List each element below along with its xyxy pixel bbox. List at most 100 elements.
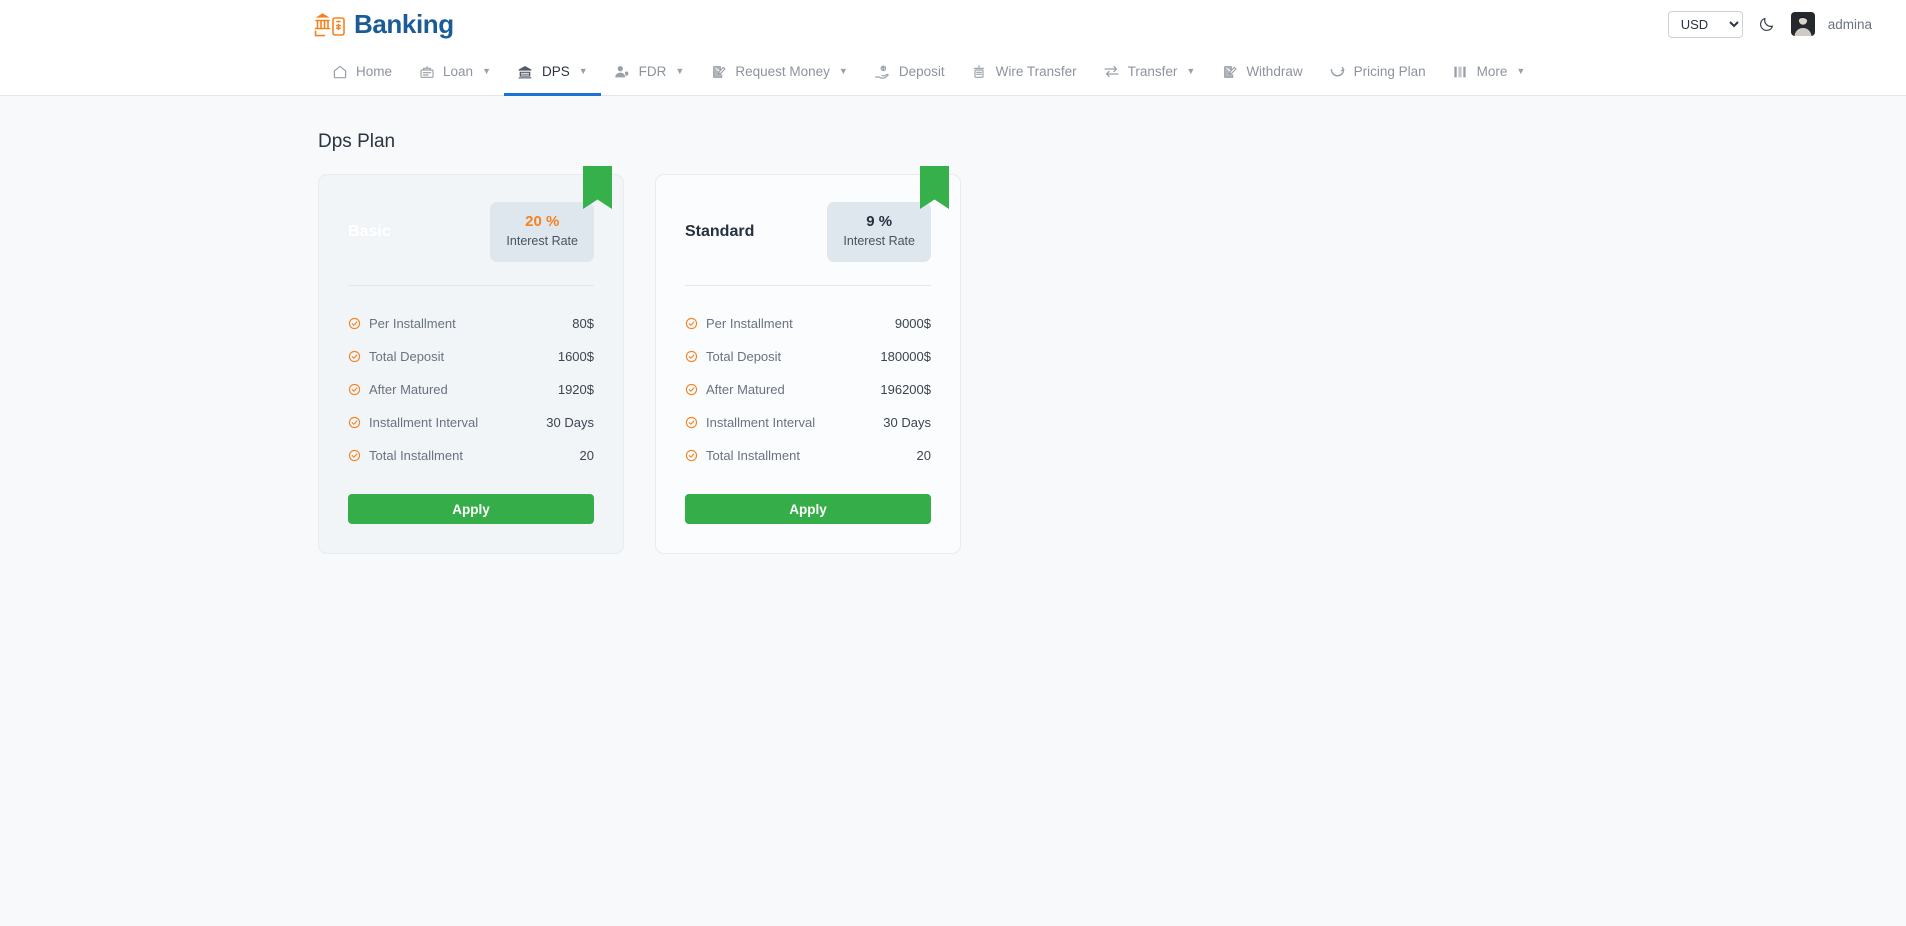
nav-label: Home bbox=[356, 64, 393, 79]
ribbon-badge bbox=[583, 166, 612, 209]
nav-label: More bbox=[1476, 64, 1508, 79]
currency-select[interactable]: USD bbox=[1667, 10, 1743, 38]
interest-rate-value: 9 % bbox=[866, 212, 893, 230]
nav-item-fdr[interactable]: FDR ▼ bbox=[601, 48, 698, 95]
divider bbox=[685, 285, 931, 286]
ribbon-badge bbox=[920, 166, 949, 209]
plan-name: Standard bbox=[685, 223, 755, 240]
check-circle-icon bbox=[348, 416, 361, 429]
chevron-down-icon: ▼ bbox=[675, 66, 685, 76]
check-circle-icon bbox=[348, 317, 361, 330]
interest-rate-label: Interest Rate bbox=[506, 233, 578, 248]
check-circle-icon bbox=[348, 383, 361, 396]
check-circle-icon bbox=[685, 416, 698, 429]
list-item: Total Deposit 180000$ bbox=[685, 349, 931, 364]
plan-card-header: Standard 9 % Interest Rate bbox=[685, 201, 931, 263]
nav-item-transfer[interactable]: Transfer ▼ bbox=[1090, 48, 1209, 95]
chevron-down-icon: ▼ bbox=[482, 66, 491, 76]
spec-label: Total Deposit bbox=[706, 349, 782, 364]
spec-label: Installment Interval bbox=[706, 415, 816, 430]
spec-value: 30 Days bbox=[883, 415, 931, 430]
username-label: admina bbox=[1827, 16, 1872, 32]
withdraw-icon bbox=[1221, 63, 1238, 80]
pricing-plan-icon bbox=[1329, 63, 1346, 80]
interest-rate-badge: 9 % Interest Rate bbox=[827, 201, 931, 263]
nav-item-more[interactable]: More ▼ bbox=[1439, 48, 1539, 95]
bank-icon bbox=[517, 63, 534, 80]
list-item: Total Installment 20 bbox=[348, 448, 594, 463]
list-item: Per Installment 9000$ bbox=[685, 316, 931, 331]
plan-card-standard[interactable]: Standard 9 % Interest Rate Per Installme… bbox=[655, 166, 961, 554]
chevron-down-icon: ▼ bbox=[1186, 66, 1196, 76]
brand-name: Banking bbox=[354, 8, 454, 39]
nav-item-request-money[interactable]: Request Money ▼ bbox=[697, 48, 860, 95]
page-content: Dps Plan Basic 20 % Interest Rate Per In… bbox=[0, 131, 1906, 554]
spec-value: 1600$ bbox=[557, 349, 594, 364]
bank-mobile-icon bbox=[313, 9, 347, 39]
interest-rate-label: Interest Rate bbox=[843, 233, 915, 248]
deposit-hand-icon bbox=[874, 63, 891, 80]
nav-label: Transfer bbox=[1127, 64, 1178, 79]
user-shield-icon bbox=[614, 63, 631, 80]
check-circle-icon bbox=[348, 449, 361, 462]
spec-label: Total Installment bbox=[706, 448, 800, 463]
check-circle-icon bbox=[685, 449, 698, 462]
spec-label: Total Deposit bbox=[369, 349, 445, 364]
nav-label: Pricing Plan bbox=[1353, 64, 1426, 79]
check-circle-icon bbox=[348, 350, 361, 363]
nav-item-loan[interactable]: Loan ▼ bbox=[405, 48, 504, 95]
top-bar: Banking USD admina bbox=[0, 0, 1906, 48]
list-item: Installment Interval 30 Days bbox=[348, 415, 594, 430]
spec-value: 30 Days bbox=[546, 415, 594, 430]
exchange-arrows-icon bbox=[1103, 63, 1120, 80]
list-item: Per Installment 80$ bbox=[348, 316, 594, 331]
list-item: After Matured 1920$ bbox=[348, 382, 594, 397]
nav-label: Deposit bbox=[898, 64, 945, 79]
list-item: Total Deposit 1600$ bbox=[348, 349, 594, 364]
chevron-down-icon: ▼ bbox=[838, 66, 848, 76]
avatar[interactable] bbox=[1790, 12, 1815, 36]
nav-item-dps[interactable]: DPS ▼ bbox=[503, 48, 601, 96]
nav-label: DPS bbox=[541, 64, 570, 79]
chevron-down-icon: ▼ bbox=[578, 66, 588, 76]
interest-rate-badge: 20 % Interest Rate bbox=[490, 201, 594, 263]
nav-item-wire-transfer[interactable]: Wire Transfer bbox=[958, 48, 1090, 95]
check-circle-icon bbox=[685, 317, 698, 330]
spec-label: Per Installment bbox=[369, 316, 456, 331]
dps-plan-cards: Basic 20 % Interest Rate Per Installment… bbox=[318, 166, 1906, 554]
spec-label: After Matured bbox=[369, 382, 448, 397]
list-item: Total Installment 20 bbox=[685, 448, 931, 463]
spec-value: 9000$ bbox=[894, 316, 931, 331]
nav-item-deposit[interactable]: Deposit bbox=[861, 48, 958, 95]
nav-label: Request Money bbox=[735, 64, 830, 79]
home-icon bbox=[331, 63, 348, 80]
nav-label: Wire Transfer bbox=[995, 64, 1077, 79]
moon-icon[interactable] bbox=[1756, 13, 1778, 35]
spec-value: 20 bbox=[579, 448, 594, 463]
nav-label: FDR bbox=[638, 64, 667, 79]
nav-item-pricing-plan[interactable]: Pricing Plan bbox=[1316, 48, 1439, 95]
loan-icon bbox=[418, 63, 435, 80]
list-item: After Matured 196200$ bbox=[685, 382, 931, 397]
list-item: Installment Interval 30 Days bbox=[685, 415, 931, 430]
spec-value: 180000$ bbox=[880, 349, 931, 364]
nav-item-home[interactable]: Home bbox=[318, 48, 405, 95]
spec-value: 80$ bbox=[572, 316, 594, 331]
spec-value: 20 bbox=[916, 448, 931, 463]
nav-item-withdraw[interactable]: Withdraw bbox=[1208, 48, 1315, 95]
spec-value: 1920$ bbox=[557, 382, 594, 397]
plan-card-basic[interactable]: Basic 20 % Interest Rate Per Installment… bbox=[318, 166, 624, 554]
apply-button[interactable]: Apply bbox=[685, 494, 931, 524]
request-money-icon bbox=[710, 63, 727, 80]
plan-name: Basic bbox=[348, 223, 391, 240]
brand-logo[interactable]: Banking bbox=[313, 9, 454, 40]
nav-label: Withdraw bbox=[1246, 64, 1303, 79]
page-title: Dps Plan bbox=[318, 131, 396, 152]
chevron-down-icon: ▼ bbox=[1516, 66, 1526, 76]
plan-spec-list: Per Installment 80$ Total Deposit 1600$ … bbox=[348, 316, 594, 463]
spec-label: Installment Interval bbox=[369, 415, 479, 430]
spec-label: Per Installment bbox=[706, 316, 793, 331]
apply-button[interactable]: Apply bbox=[348, 494, 594, 524]
plan-spec-list: Per Installment 9000$ Total Deposit 1800… bbox=[685, 316, 931, 463]
interest-rate-value: 20 % bbox=[525, 212, 560, 230]
